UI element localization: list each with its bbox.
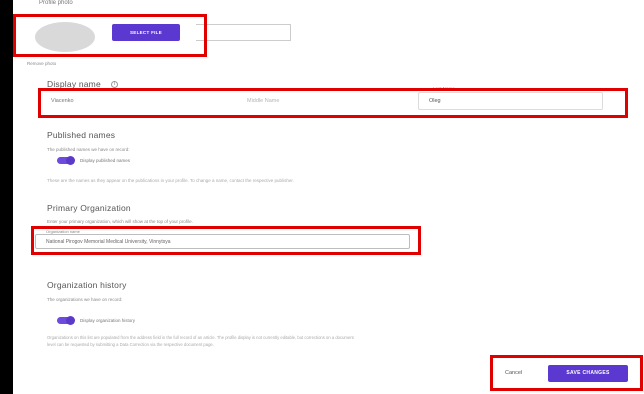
avatar xyxy=(35,22,95,52)
published-names-toggle-label: Display published names xyxy=(80,158,131,163)
first-name-field[interactable]: Viacenko xyxy=(41,92,236,110)
org-history-note-line2: level can be requested by submitting a D… xyxy=(47,342,214,347)
published-names-description: The published names we have on record: xyxy=(47,147,130,152)
last-name-label: Last Name xyxy=(433,86,455,91)
middle-name-field[interactable]: Middle Name xyxy=(237,92,412,110)
org-history-title: Organization history xyxy=(47,280,127,290)
org-history-description: The organizations we have on record: xyxy=(47,297,123,302)
published-names-note: These are the names as they appear on th… xyxy=(47,178,294,183)
remove-photo-link[interactable]: Remove photo xyxy=(27,61,56,66)
published-names-title: Published names xyxy=(47,130,116,140)
info-icon[interactable]: i xyxy=(110,80,118,88)
last-name-field[interactable]: Oleg xyxy=(418,92,603,110)
profile-photo-heading: Profile photo xyxy=(39,0,73,6)
org-history-toggle-label: Display organization history xyxy=(80,318,136,323)
published-names-toggle[interactable] xyxy=(57,156,75,165)
file-name-field xyxy=(196,24,291,41)
select-file-button[interactable]: SELECT FILE xyxy=(112,24,180,41)
cancel-button[interactable]: Cancel xyxy=(505,370,522,376)
organization-name-label: Organization name xyxy=(44,229,82,234)
org-history-toggle[interactable] xyxy=(57,316,75,325)
display-name-header: Display name i xyxy=(47,79,118,89)
primary-org-description: Enter your primary organization, which w… xyxy=(47,219,193,224)
save-changes-button[interactable]: SAVE CHANGES xyxy=(548,365,628,382)
edit-profile-panel: Profile photo SELECT FILE Remove photo D… xyxy=(13,0,644,394)
org-history-note-line1: Organizations on this list are populated… xyxy=(47,335,354,340)
organization-name-field[interactable]: National Pirogov Memorial Medical Univer… xyxy=(35,234,410,249)
display-name-title: Display name xyxy=(47,79,101,89)
primary-org-title: Primary Organization xyxy=(47,203,131,213)
